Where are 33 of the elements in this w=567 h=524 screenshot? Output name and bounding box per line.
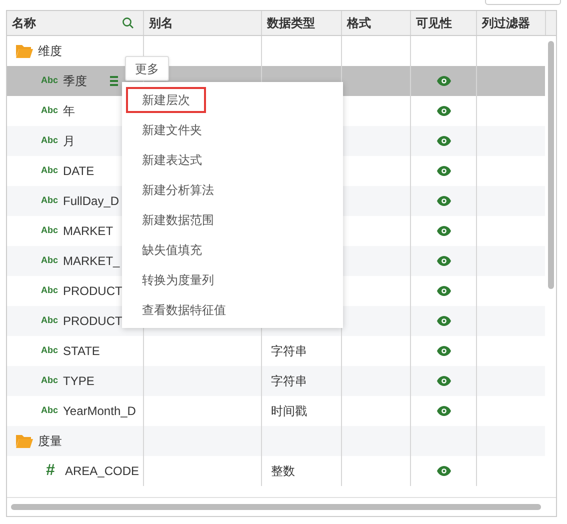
data-type: 字符串 [271, 373, 307, 390]
string-type-icon: Abc [41, 374, 58, 388]
data-type: 整数 [271, 463, 295, 480]
field-name: TYPE [63, 373, 94, 390]
string-type-icon: Abc [41, 404, 58, 418]
field-name: PRODUCT [63, 283, 122, 300]
field-name: YearMonth_D [63, 403, 136, 420]
folder-name: 度量 [38, 433, 62, 450]
field-name: DATE [63, 163, 94, 180]
field-name: 季度 [63, 73, 88, 90]
string-type-icon: Abc [41, 254, 58, 268]
folder-name: 维度 [38, 43, 62, 60]
field-name: AREA_CODE [65, 463, 140, 480]
string-type-icon: Abc [41, 194, 58, 208]
string-type-icon: Abc [41, 104, 58, 118]
string-type-icon: Abc [41, 134, 58, 148]
data-type: 字符串 [271, 343, 307, 360]
field-name: 月 [63, 133, 76, 150]
string-type-icon: Abc [41, 74, 58, 88]
field-name: MARKET [63, 223, 114, 240]
data-type: 时间戳 [271, 403, 307, 420]
string-type-icon: Abc [41, 164, 58, 178]
field-name: STATE [63, 343, 100, 360]
number-type-icon: # [41, 459, 60, 483]
string-type-icon: Abc [41, 284, 58, 298]
string-type-icon: Abc [41, 224, 58, 238]
string-type-icon: Abc [41, 314, 58, 328]
field-name: 年 [63, 103, 76, 120]
tooltip: 更多 [125, 56, 169, 81]
field-name: FullDay_D [63, 193, 120, 210]
string-type-icon: Abc [41, 344, 58, 358]
field-name: PRODUCT [63, 313, 122, 330]
field-name: MARKET_ [63, 253, 120, 270]
